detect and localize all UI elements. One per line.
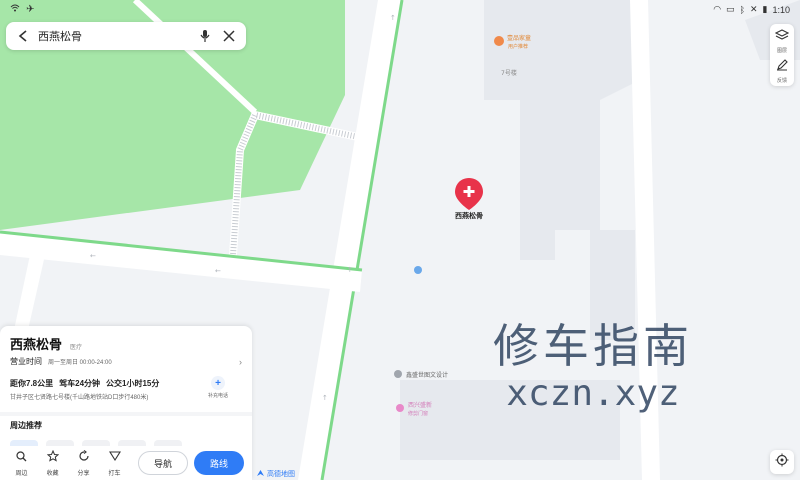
status-bar: ✈ ◠ ▭ ᛒ ✕ ▮ 1:10	[0, 0, 800, 20]
map-label: 壹品家童	[507, 34, 531, 42]
nearby-title: 周边推荐	[10, 421, 42, 430]
airplane-icon: ✈	[26, 4, 35, 15]
divider	[0, 412, 252, 416]
layers-label: 图层	[776, 48, 787, 54]
poi-pin-pink	[396, 404, 404, 412]
hours-label: 营业时间	[10, 357, 42, 366]
search-query[interactable]: 西燕松骨	[38, 28, 190, 44]
map-label: 7号楼	[501, 69, 517, 77]
poi-name: 西燕松骨	[10, 337, 63, 352]
pencil-icon	[776, 58, 788, 76]
back-icon[interactable]	[14, 27, 32, 45]
locate-button[interactable]	[770, 450, 794, 474]
watermark-en: xczn.xyz	[506, 373, 680, 414]
drive-time-text: 驾车24分钟	[59, 379, 101, 388]
favorite-button[interactable]: 收藏	[37, 449, 68, 477]
map-label: 鑫盛世图文设计	[406, 371, 448, 379]
transit-time-text: 公交1小时15分	[106, 379, 160, 388]
search-icon	[16, 449, 27, 467]
poi-pin-gray	[394, 370, 402, 378]
taxi-label: 打车	[108, 471, 121, 477]
route-button[interactable]: 路线	[194, 451, 244, 475]
action-bar: 周边 收藏 分享 打车 导航 路线	[0, 446, 252, 480]
bluetooth-icon: ᛒ	[739, 4, 745, 15]
favorite-label: 收藏	[46, 471, 59, 477]
poi-address: 甘井子区七贤路七号楼(千山路地铁站D口步行480米)	[10, 395, 149, 401]
share-icon	[78, 449, 90, 467]
share-label: 分享	[77, 471, 90, 477]
poi-pin-blue	[414, 266, 422, 274]
share-button[interactable]: 分享	[68, 449, 99, 477]
feedback-button[interactable]: 反馈	[776, 58, 788, 84]
watermark: 修车指南 xczn.xyz	[488, 318, 698, 414]
crosshair-icon	[775, 453, 789, 472]
hours-value: 周一至周日 00:00-24:00	[48, 360, 112, 366]
navigate-button[interactable]: 导航	[138, 451, 188, 475]
svg-text:←: ←	[215, 267, 221, 275]
map-tools-panel: 图层 反馈	[770, 24, 794, 86]
watermark-cn: 修车指南	[493, 319, 693, 373]
amap-logo-icon	[256, 469, 265, 479]
map-label: 用户推荐	[508, 43, 528, 50]
taxi-icon	[108, 449, 121, 467]
travel-info: 距你7.8公里 驾车24分钟 公交1小时15分	[10, 378, 159, 389]
add-phone-button[interactable]: + 补充电话	[208, 376, 228, 399]
poi-category: 医疗	[70, 345, 83, 351]
nearby-button[interactable]: 周边	[6, 449, 37, 477]
map-label: 西兴盛新	[408, 401, 432, 409]
business-hours-row[interactable]: 营业时间 周一至周日 00:00-24:00 ›	[10, 356, 242, 367]
car-icon: ▭	[726, 4, 735, 14]
nearby-label: 周边	[15, 471, 28, 477]
map-label: 修剪门窗	[408, 410, 428, 417]
taxi-button[interactable]: 打车	[99, 449, 130, 477]
marker-label: 西燕松骨	[455, 211, 483, 220]
poi-pin-orange	[494, 36, 504, 46]
svg-text:←: ←	[90, 252, 96, 260]
mute-icon: ✕	[749, 4, 758, 14]
distance-text: 距你7.8公里	[10, 379, 54, 388]
clock-time: 1:10	[772, 4, 790, 15]
headset-icon: ◠	[713, 4, 722, 14]
mic-icon[interactable]	[196, 27, 214, 45]
plus-icon: +	[211, 376, 225, 390]
wifi-icon	[10, 4, 20, 15]
battery-icon: ▮	[762, 4, 768, 14]
add-phone-label: 补充电话	[208, 393, 229, 399]
search-bar[interactable]: 西燕松骨	[6, 22, 246, 50]
layers-icon	[774, 28, 790, 46]
chevron-right-icon: ›	[239, 356, 242, 367]
layers-button[interactable]: 图层	[774, 28, 790, 54]
svg-text:↑: ↑	[347, 266, 353, 274]
amap-logo-text: 高德地图	[267, 471, 295, 478]
star-icon	[46, 449, 59, 467]
close-icon[interactable]	[220, 27, 238, 45]
feedback-label: 反馈	[776, 78, 787, 84]
amap-logo: 高德地图	[256, 469, 295, 479]
svg-text:↑: ↑	[322, 394, 328, 402]
